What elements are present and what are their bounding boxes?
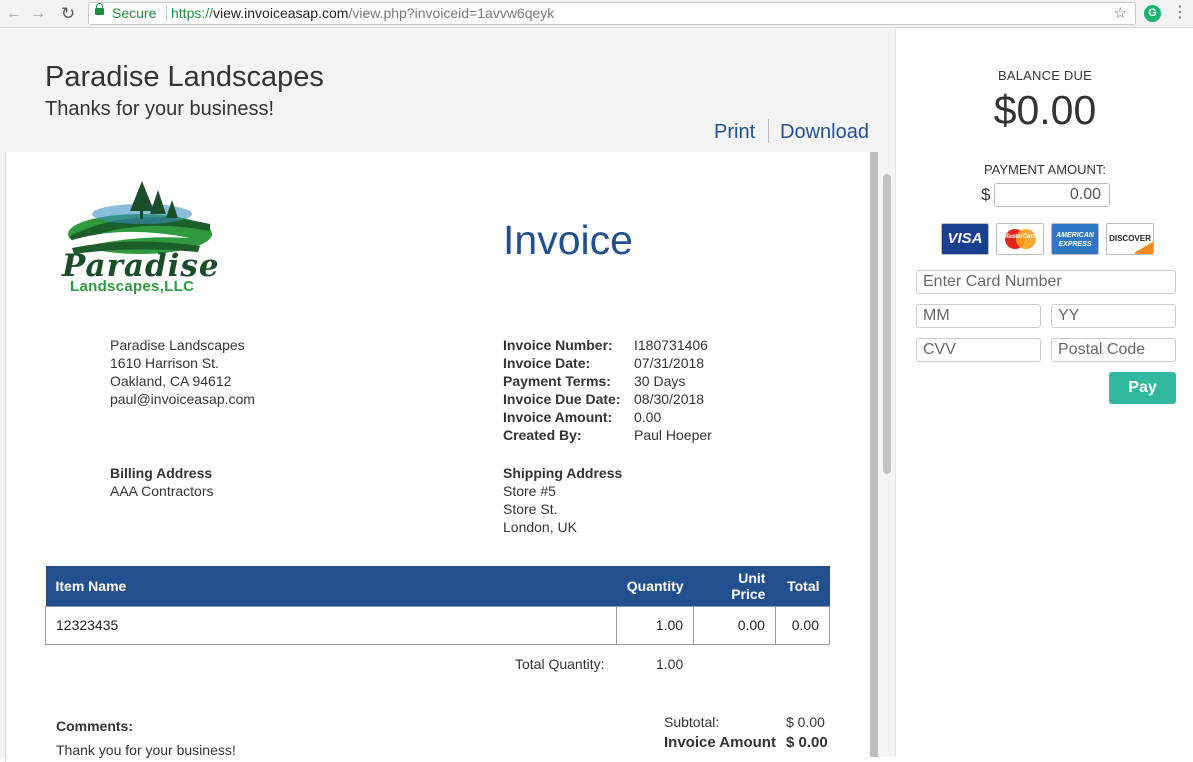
back-arrow-icon[interactable]: ← <box>4 4 24 24</box>
line-items-table: Item Name Quantity Unit Price Total 1232… <box>44 566 831 645</box>
bookmark-star-icon[interactable]: ☆ <box>1114 3 1127 24</box>
item-name-cell: 12323435 <box>44 605 618 645</box>
total-quantity-label: Total Quantity: <box>515 656 605 672</box>
lock-icon <box>95 3 104 15</box>
currency-symbol: $ <box>981 185 991 204</box>
invoice-title: Invoice <box>503 217 633 263</box>
url-text[interactable]: https://view.invoiceasap.com/view.php?in… <box>171 3 554 24</box>
payment-amount-input[interactable] <box>994 183 1110 207</box>
balance-due-label: BALANCE DUE <box>998 68 1092 83</box>
forward-arrow-icon[interactable]: → <box>28 4 48 24</box>
total-quantity-value: 1.00 <box>656 656 684 672</box>
unit-price-cell: 0.00 <box>693 605 776 645</box>
subtotal-label: Subtotal: <box>664 714 720 730</box>
quantity-cell: 1.00 <box>616 605 695 645</box>
company-logo: Paradise Landscapes,LLC <box>60 176 220 298</box>
browser-menu-icon[interactable]: ⋮ <box>1172 3 1188 23</box>
thanks-message: Thanks for your business! <box>45 98 274 120</box>
print-link[interactable]: Print <box>714 121 755 144</box>
col-quantity: Quantity <box>616 566 694 606</box>
card-number-input[interactable] <box>916 270 1176 294</box>
reload-icon[interactable]: ↻ <box>58 4 78 24</box>
sender-address: Paradise Landscapes 1610 Harrison St. Oa… <box>110 337 255 407</box>
mastercard-card-icon: MasterCard <box>996 223 1044 255</box>
billing-address: Billing Address AAA Contractors <box>110 465 214 499</box>
business-name: Paradise Landscapes <box>45 61 324 93</box>
expiry-month-input[interactable] <box>916 304 1041 328</box>
download-link[interactable]: Download <box>780 121 869 144</box>
table-row: 12323435 1.00 0.00 0.00 <box>44 605 831 645</box>
comments-label: Comments: <box>56 718 134 734</box>
total-cell: 0.00 <box>774 605 831 645</box>
discover-card-icon: DISCOVER <box>1106 223 1154 255</box>
browser-toolbar: ← → ↻ Secure https://view.invoiceasap.co… <box>0 0 1193 28</box>
comments-text: Thank you for your business! <box>56 742 236 758</box>
cvv-input[interactable] <box>916 338 1041 362</box>
col-unit-price: Unit Price <box>693 566 776 606</box>
payment-amount-label: PAYMENT AMOUNT: <box>983 162 1107 177</box>
invoice-meta-values: I180731406 07/31/2018 30 Days 08/30/2018… <box>634 337 712 443</box>
expiry-year-input[interactable] <box>1051 304 1176 328</box>
shipping-address: Shipping Address Store #5 Store St. Lond… <box>503 465 623 535</box>
invoice-view: Paradise Landscapes Thanks for your busi… <box>0 29 895 762</box>
visa-card-icon: VISA <box>941 223 989 255</box>
subtotal-value: $ 0.00 <box>786 714 825 730</box>
invoice-amount-value: $ 0.00 <box>786 734 828 751</box>
invoice-amount-label: Invoice Amount <box>664 734 776 751</box>
postal-code-input[interactable] <box>1051 338 1176 362</box>
payment-panel: BALANCE DUE $0.00 PAYMENT AMOUNT: $ VISA… <box>895 29 1193 757</box>
pay-button[interactable]: Pay <box>1109 372 1176 404</box>
table-header-row: Item Name Quantity Unit Price Total <box>45 566 830 606</box>
col-total: Total <box>775 566 830 606</box>
grammarly-extension-icon[interactable]: G <box>1144 5 1161 22</box>
scrollbar-thumb[interactable] <box>883 174 891 474</box>
secure-label: Secure <box>112 5 157 21</box>
landscape-logo-icon <box>66 181 212 254</box>
col-item-name: Item Name <box>45 566 617 606</box>
address-bar[interactable]: Secure https://view.invoiceasap.com/view… <box>88 2 1136 25</box>
amex-card-icon: AMERICAN EXPRESS <box>1051 223 1099 255</box>
invoice-meta-labels: Invoice Number: Invoice Date: Payment Te… <box>503 337 621 443</box>
balance-due-value: $0.00 <box>993 87 1097 133</box>
